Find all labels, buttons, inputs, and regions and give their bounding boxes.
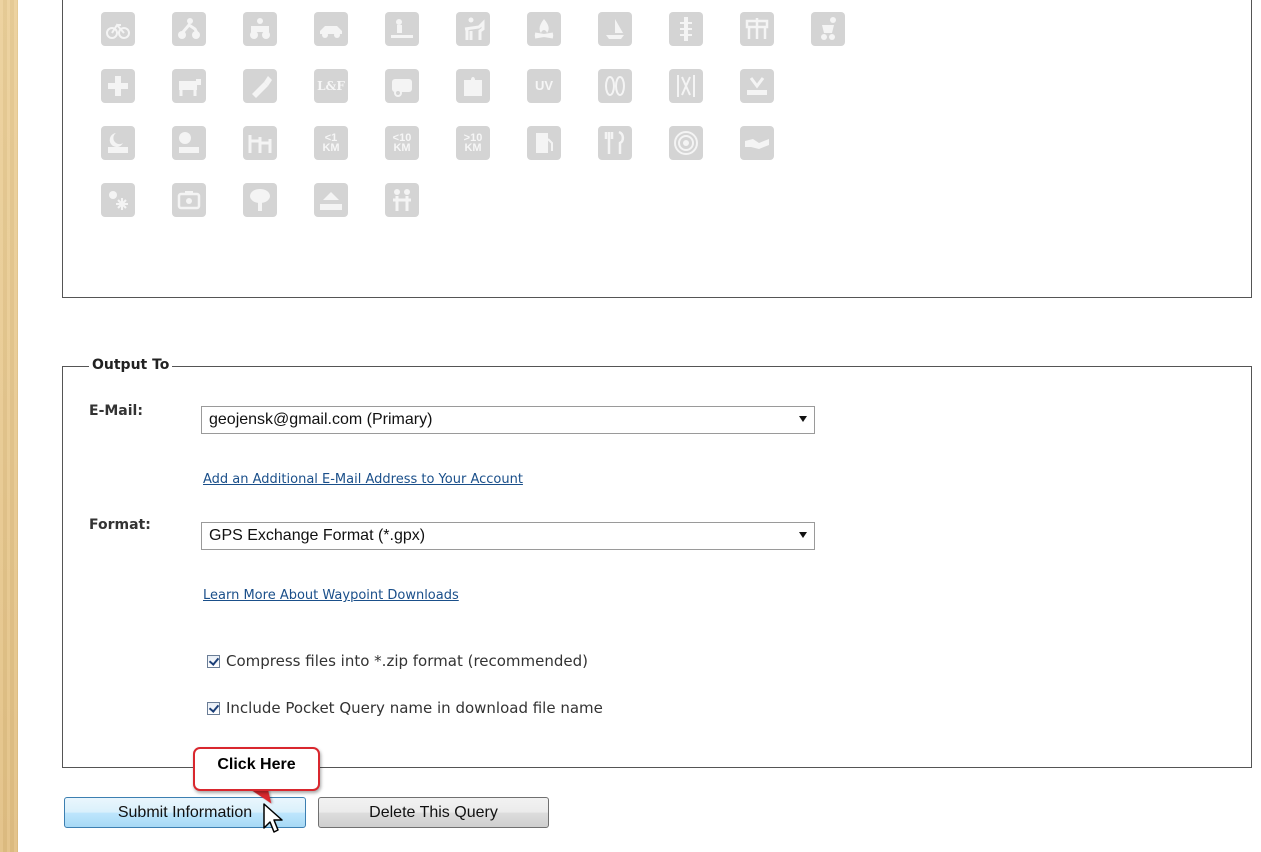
icon-row bbox=[101, 177, 882, 234]
delete-query-button[interactable]: Delete This Query bbox=[318, 797, 549, 828]
attribute-icon-grid: L&F UV <1 KM <10 KM >10 KM bbox=[101, 6, 882, 234]
snowshoes-icon[interactable] bbox=[598, 69, 632, 103]
compress-checkbox[interactable] bbox=[207, 654, 220, 668]
attributes-box: L&F UV <1 KM <10 KM >10 KM bbox=[62, 0, 1252, 298]
uv-light-icon[interactable]: UV bbox=[527, 69, 561, 103]
climbing-icon[interactable] bbox=[669, 12, 703, 46]
format-label: Format: bbox=[89, 517, 151, 533]
click-here-callout: Click Here bbox=[193, 747, 320, 791]
chevron-down-icon bbox=[799, 416, 807, 422]
under-10km-text: <10 KM bbox=[392, 132, 412, 154]
format-select[interactable]: GPS Exchange Format (*.gpx) bbox=[201, 522, 815, 550]
under-10km-icon[interactable]: <10 KM bbox=[385, 126, 419, 160]
field-puzzle-icon[interactable] bbox=[456, 69, 490, 103]
first-aid-icon[interactable] bbox=[101, 69, 135, 103]
email-select-value: geojensk@gmail.com (Primary) bbox=[209, 411, 433, 428]
fuel-icon[interactable] bbox=[527, 126, 561, 160]
email-label: E-Mail: bbox=[89, 403, 143, 419]
food-icon[interactable] bbox=[598, 126, 632, 160]
page: L&F UV <1 KM <10 KM >10 KM Output To E-M… bbox=[18, 0, 1261, 852]
email-select[interactable]: geojensk@gmail.com (Primary) bbox=[201, 406, 815, 434]
tool-icon[interactable] bbox=[740, 69, 774, 103]
wheelchair-icon[interactable] bbox=[740, 12, 774, 46]
under-1km-icon[interactable]: <1 KM bbox=[314, 126, 348, 160]
icon-row: L&F UV bbox=[101, 63, 882, 120]
wetlands-icon[interactable] bbox=[314, 183, 348, 217]
include-name-checkbox[interactable] bbox=[207, 701, 220, 715]
stairs-icon[interactable] bbox=[243, 126, 277, 160]
snowmobile-icon[interactable] bbox=[385, 12, 419, 46]
compress-label: Compress files into *.zip format (recomm… bbox=[226, 652, 589, 670]
kids-icon[interactable] bbox=[385, 183, 419, 217]
include-name-option: Include Pocket Query name in download fi… bbox=[207, 699, 603, 717]
rv-icon[interactable] bbox=[385, 69, 419, 103]
include-name-label: Include Pocket Query name in download fi… bbox=[226, 699, 603, 717]
quad-icon[interactable] bbox=[243, 12, 277, 46]
parking-icon[interactable] bbox=[172, 126, 206, 160]
off-road-vehicle-icon[interactable] bbox=[314, 12, 348, 46]
output-to-legend: Output To bbox=[89, 357, 173, 373]
motorcycle-icon[interactable] bbox=[172, 12, 206, 46]
partnership-icon[interactable] bbox=[740, 126, 774, 160]
boat-icon[interactable] bbox=[598, 12, 632, 46]
cross-country-skis-icon[interactable] bbox=[669, 69, 703, 103]
wireless-beacon-icon[interactable] bbox=[669, 126, 703, 160]
cow-icon[interactable] bbox=[172, 69, 206, 103]
mouse-cursor-icon bbox=[263, 803, 283, 833]
teamwork-icon[interactable] bbox=[172, 183, 206, 217]
under-1km-text: <1 KM bbox=[322, 132, 340, 154]
learn-more-link[interactable]: Learn More About Waypoint Downloads bbox=[203, 588, 459, 603]
night-cache-icon[interactable] bbox=[101, 126, 135, 160]
stroller-icon[interactable] bbox=[811, 12, 845, 46]
lost-found-icon[interactable]: L&F bbox=[314, 69, 348, 103]
campfire-icon[interactable] bbox=[527, 12, 561, 46]
over-10km-icon[interactable]: >10 KM bbox=[456, 126, 490, 160]
uv-text: UV bbox=[534, 78, 554, 93]
over-10km-text: >10 KM bbox=[463, 132, 483, 154]
compress-option: Compress files into *.zip format (recomm… bbox=[207, 652, 588, 670]
icon-row: <1 KM <10 KM >10 KM bbox=[101, 120, 882, 177]
flashlight-icon[interactable] bbox=[243, 69, 277, 103]
horse-icon[interactable] bbox=[456, 12, 490, 46]
format-select-value: GPS Exchange Format (*.gpx) bbox=[209, 527, 426, 544]
winter-icon[interactable] bbox=[101, 183, 135, 217]
chevron-down-icon bbox=[799, 532, 807, 538]
lost-found-text: L&F bbox=[317, 79, 345, 93]
add-email-link[interactable]: Add an Additional E-Mail Address to Your… bbox=[203, 472, 523, 487]
tree-icon[interactable] bbox=[243, 183, 277, 217]
bicycle-icon[interactable] bbox=[101, 12, 135, 46]
output-to-fieldset: Output To E-Mail: geojensk@gmail.com (Pr… bbox=[62, 357, 1252, 768]
icon-row bbox=[101, 6, 882, 63]
